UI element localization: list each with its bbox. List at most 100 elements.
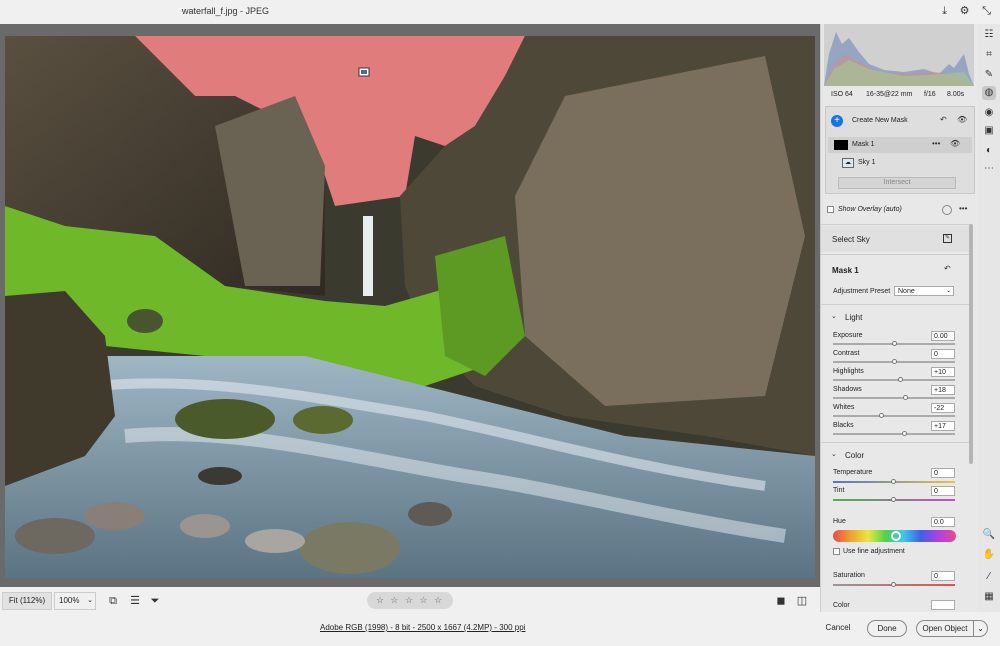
plus-icon[interactable]: + bbox=[831, 115, 843, 127]
more-icon[interactable]: ••• bbox=[959, 204, 967, 213]
hue-slider[interactable] bbox=[833, 530, 956, 542]
edit-sliders-icon[interactable]: ☷ bbox=[982, 28, 996, 42]
slider-thumb[interactable] bbox=[891, 497, 896, 502]
select-sky-label: Select Sky bbox=[832, 235, 870, 244]
sky-1-label: Sky 1 bbox=[858, 159, 876, 166]
open-object-button[interactable]: Open Object bbox=[916, 620, 974, 637]
intersect-button[interactable]: Intersect bbox=[838, 177, 956, 189]
mask-1-label: Mask 1 bbox=[852, 141, 875, 148]
filter-icon[interactable]: ⏷ bbox=[148, 594, 162, 608]
color-swatch[interactable] bbox=[931, 600, 955, 610]
edit-icon[interactable]: ✎ bbox=[943, 234, 952, 243]
chevron-down-icon[interactable]: ⌄ bbox=[831, 312, 837, 320]
split-view-icon[interactable]: ◫ bbox=[795, 594, 809, 608]
sky-icon: ☁ bbox=[842, 158, 854, 168]
zoom-icon[interactable]: 🔍 bbox=[982, 528, 996, 542]
grid-icon[interactable]: ▦ bbox=[982, 590, 996, 604]
reset-icon[interactable]: ↶ bbox=[940, 115, 947, 124]
create-new-mask-button[interactable]: Create New Mask bbox=[852, 117, 908, 124]
zoom-fit-button[interactable]: Fit (112%) bbox=[2, 592, 52, 610]
light-row-input[interactable]: +17 bbox=[931, 421, 955, 431]
saturation-label: Saturation bbox=[833, 572, 865, 579]
workflow-options-link[interactable]: Adobe RGB (1998) - 8 bit - 2500 x 1667 (… bbox=[320, 623, 525, 632]
sky-1-row[interactable]: ☁ Sky 1 bbox=[828, 155, 972, 171]
saturation-slider[interactable] bbox=[833, 582, 955, 587]
masks-panel: + Create New Mask ↶ 👁 Mask 1 ••• 👁 ☁ Sky… bbox=[825, 106, 975, 194]
slider-thumb[interactable] bbox=[898, 377, 903, 382]
done-button[interactable]: Done bbox=[867, 620, 907, 637]
collapse-icon[interactable]: ⤡ bbox=[980, 5, 993, 18]
light-row-input[interactable]: -22 bbox=[931, 403, 955, 413]
tint-label: Tint bbox=[833, 487, 845, 494]
light-heading[interactable]: Light bbox=[845, 313, 862, 322]
light-row-label: Highlights bbox=[833, 368, 864, 375]
shutter-value: 8.00s bbox=[947, 91, 965, 98]
slider-thumb[interactable] bbox=[902, 431, 907, 436]
masking-icon[interactable]: ◍ bbox=[982, 86, 996, 100]
light-row-input[interactable]: 0 bbox=[931, 349, 955, 359]
slider-thumb[interactable] bbox=[879, 413, 884, 418]
light-row-label: Contrast bbox=[833, 350, 860, 357]
light-row-slider[interactable] bbox=[833, 341, 955, 346]
star-rating[interactable]: ☆ ☆ ☆ ☆ ☆ 🗑 bbox=[367, 592, 453, 622]
light-row-slider[interactable] bbox=[833, 359, 955, 364]
gear-icon[interactable]: ⚙ bbox=[958, 5, 971, 18]
healing-icon[interactable]: ✎ bbox=[982, 68, 996, 82]
snapshots-icon[interactable]: ▣ bbox=[982, 124, 996, 138]
chevron-down-icon[interactable]: ⌄ bbox=[831, 450, 837, 458]
photo-preview[interactable] bbox=[5, 36, 815, 578]
show-overlay-checkbox[interactable] bbox=[827, 206, 834, 213]
zoom-level-select[interactable]: 100% ⌄ bbox=[54, 592, 96, 610]
eyedropper-icon[interactable]: ⁄ bbox=[982, 570, 996, 584]
hue-input[interactable]: 0.0 bbox=[931, 517, 955, 527]
light-row-input[interactable]: +10 bbox=[931, 367, 955, 377]
lens-value: 16-35@22 mm bbox=[866, 91, 913, 98]
chevron-down-icon: ⌄ bbox=[87, 597, 93, 604]
slider-thumb[interactable] bbox=[891, 582, 896, 587]
exif-info: ISO 64 16-35@22 mm f/16 8.00s bbox=[821, 88, 978, 102]
hand-icon[interactable]: ✋ bbox=[982, 548, 996, 562]
more-icon[interactable]: ⋯ bbox=[982, 162, 996, 176]
panel-scrollbar[interactable] bbox=[969, 224, 973, 464]
reset-icon[interactable]: ↶ bbox=[944, 264, 951, 273]
saturation-input[interactable]: 0 bbox=[931, 571, 955, 581]
adjustment-preset-select[interactable]: None ⌄ bbox=[894, 286, 954, 296]
fullscreen-icon[interactable]: ◼ bbox=[774, 594, 788, 608]
compare-views-icon[interactable]: ⧉ bbox=[106, 594, 120, 608]
light-row-slider[interactable] bbox=[833, 395, 955, 400]
presets-icon[interactable]: ◐ bbox=[982, 144, 996, 158]
slider-thumb[interactable] bbox=[892, 359, 897, 364]
status-bar: Adobe RGB (1998) - 8 bit - 2500 x 1667 (… bbox=[0, 612, 1000, 646]
light-row-slider[interactable] bbox=[833, 377, 955, 382]
temperature-input[interactable]: 0 bbox=[931, 468, 955, 478]
image-canvas[interactable] bbox=[0, 24, 820, 587]
histogram bbox=[824, 24, 974, 86]
eye-icon[interactable]: 👁 bbox=[950, 139, 960, 148]
tint-slider[interactable] bbox=[833, 497, 955, 502]
hue-thumb[interactable] bbox=[891, 531, 901, 541]
tint-input[interactable]: 0 bbox=[931, 486, 955, 496]
temperature-slider[interactable] bbox=[833, 479, 955, 484]
slider-thumb[interactable] bbox=[891, 479, 896, 484]
temperature-label: Temperature bbox=[833, 469, 873, 476]
cancel-button[interactable]: Cancel bbox=[818, 620, 858, 637]
save-icon[interactable]: ⤓ bbox=[938, 5, 951, 18]
eye-icon[interactable]: 👁 bbox=[957, 115, 967, 124]
light-row-slider[interactable] bbox=[833, 413, 955, 418]
red-eye-icon[interactable]: ◉ bbox=[982, 106, 996, 120]
slider-thumb[interactable] bbox=[892, 341, 897, 346]
crop-icon[interactable]: ⌗ bbox=[982, 48, 996, 62]
light-row-slider[interactable] bbox=[833, 431, 955, 436]
color-label: Color bbox=[833, 602, 850, 609]
light-row-input[interactable]: 0.00 bbox=[931, 331, 955, 341]
slider-thumb[interactable] bbox=[903, 395, 908, 400]
light-row-input[interactable]: +18 bbox=[931, 385, 955, 395]
color-heading[interactable]: Color bbox=[845, 451, 864, 460]
fine-adjustment-checkbox[interactable] bbox=[833, 548, 840, 555]
open-options-dropdown[interactable]: ⌄ bbox=[974, 620, 988, 637]
mask-1-row[interactable]: Mask 1 ••• 👁 bbox=[828, 137, 972, 153]
more-icon[interactable]: ••• bbox=[932, 139, 940, 148]
overlay-color-icon[interactable] bbox=[942, 205, 952, 215]
sort-icon[interactable]: ☰ bbox=[128, 594, 142, 608]
select-sky-row[interactable]: Select Sky ✎ bbox=[821, 226, 969, 252]
